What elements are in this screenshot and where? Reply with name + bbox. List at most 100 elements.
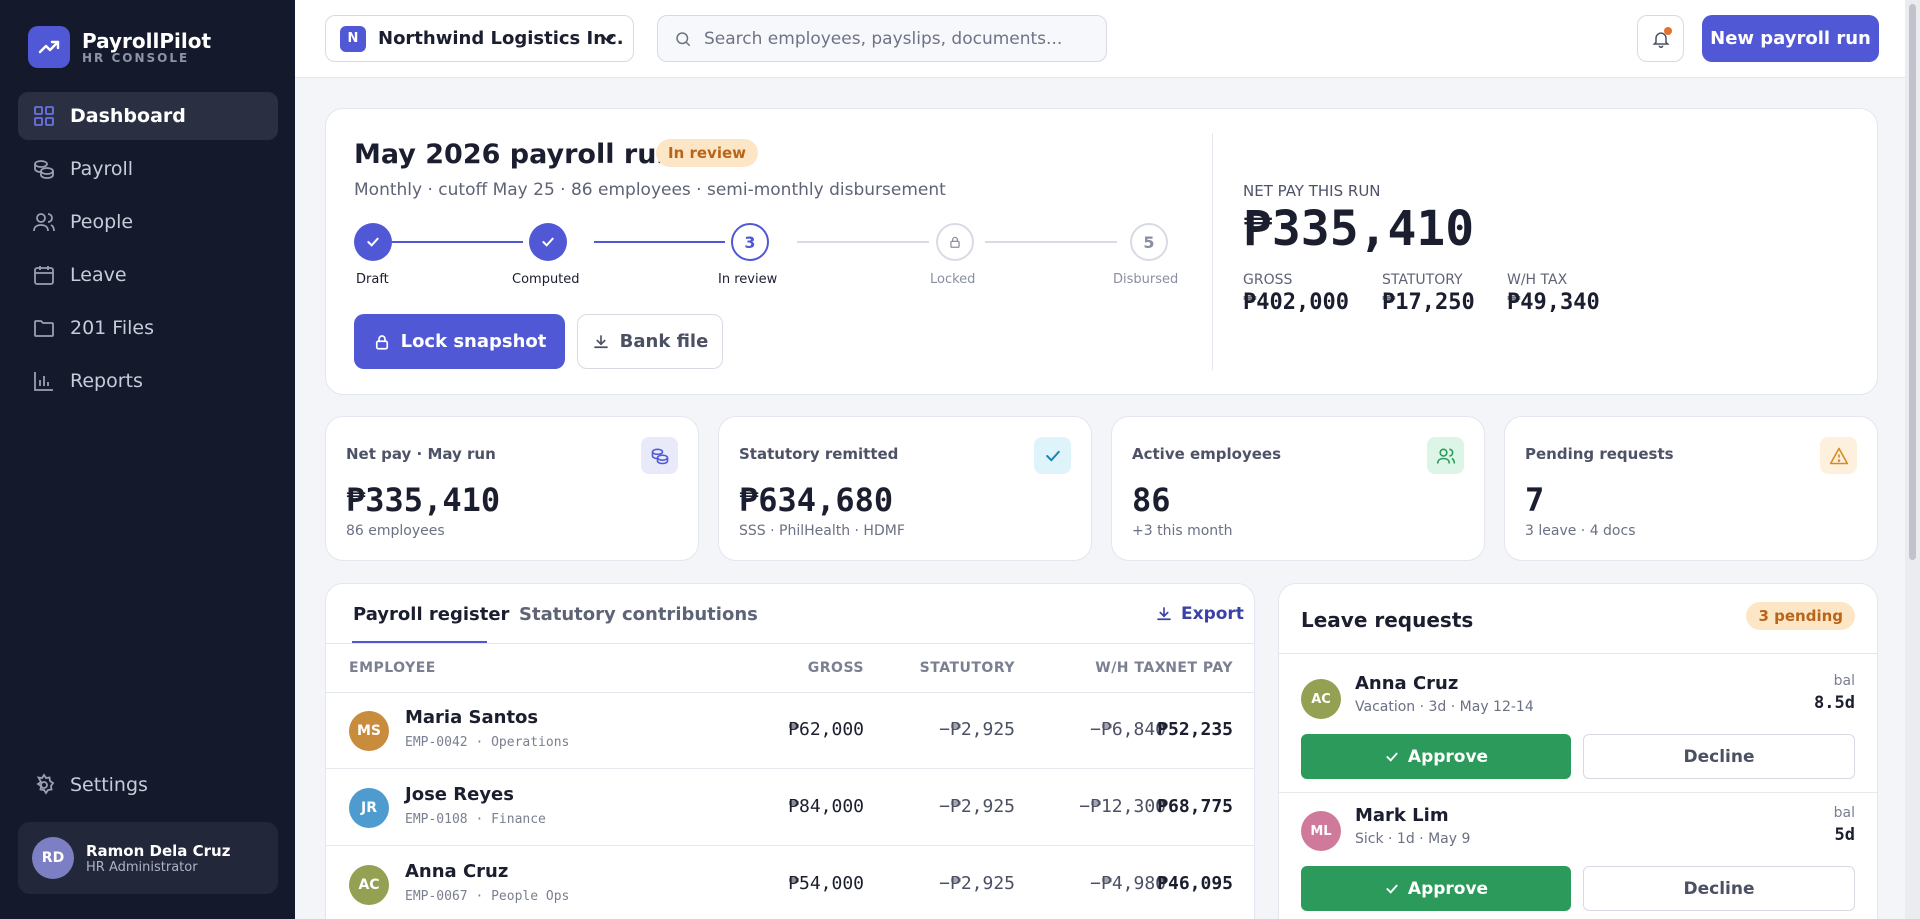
scrollbar-thumb[interactable]	[1909, 4, 1916, 560]
sidebar-item-leave[interactable]: Leave	[18, 251, 278, 299]
user-role: HR Administrator	[86, 859, 198, 875]
download-icon	[593, 334, 608, 348]
sidebar-item-label: Dashboard	[70, 105, 186, 127]
sidebar-settings: Settings	[18, 761, 278, 814]
bank-file-button[interactable]: Bank file	[577, 314, 723, 369]
export-button[interactable]: Export	[1155, 604, 1244, 624]
employee-name: Jose Reyes	[405, 784, 514, 805]
sidebar-item-label: People	[70, 211, 134, 233]
lock-snapshot-button[interactable]: Lock snapshot	[354, 314, 565, 369]
run-stepper: Draft Computed 3 In review Locked 5 Disb…	[354, 223, 1184, 298]
folder-icon	[34, 320, 54, 337]
sidebar-item-settings[interactable]: Settings	[18, 761, 278, 809]
step-connector	[797, 241, 929, 243]
sidebar: PayrollPilot HR CONSOLE Dashboard Payrol…	[0, 0, 295, 919]
sidebar-item-payroll[interactable]: Payroll	[18, 145, 278, 193]
step-label: Computed	[512, 272, 580, 287]
sidebar-item-label: Leave	[70, 264, 127, 286]
step-locked[interactable]: Locked	[930, 223, 975, 287]
decline-button[interactable]: Decline	[1583, 866, 1855, 911]
scrollbar[interactable]	[1905, 0, 1920, 919]
breakdown-value: ₱17,250	[1382, 290, 1475, 315]
search-icon	[676, 31, 691, 46]
request-name: Mark Lim	[1355, 805, 1449, 826]
step-computed[interactable]: Computed	[512, 223, 580, 287]
step-label: In review	[718, 272, 778, 287]
avatar: JR	[349, 788, 389, 828]
stat-label: Net pay · May run	[346, 445, 496, 463]
column-header-statutory[interactable]: STATUTORY	[875, 660, 1015, 676]
check-icon	[1386, 752, 1398, 762]
stat-card-net-pay[interactable]: Net pay · May run ₱335,410 86 employees	[325, 416, 699, 561]
approve-button[interactable]: Approve	[1301, 734, 1571, 779]
step-disbursed[interactable]: 5 Disbursed	[1113, 223, 1178, 287]
stat-card-statutory[interactable]: Statutory remitted ₱634,680 SSS · PhilHe…	[718, 416, 1092, 561]
table-row[interactable]: MS Maria Santos EMP-0042 · Operations ₱6…	[326, 693, 1254, 769]
pending-badge: 3 pending	[1746, 602, 1855, 630]
sidebar-item-label: 201 Files	[70, 317, 154, 339]
org-name: Northwind Logistics Inc.	[378, 28, 624, 49]
employee-meta: EMP-0108 · Finance	[405, 812, 546, 827]
topbar: N Northwind Logistics Inc. New payroll r…	[295, 0, 1905, 78]
gross-cell: ₱54,000	[788, 873, 864, 894]
search-input[interactable]	[704, 28, 1084, 49]
employee-meta: EMP-0042 · Operations	[405, 735, 570, 750]
decline-button[interactable]: Decline	[1583, 734, 1855, 779]
brand-name: PayrollPilot	[82, 29, 212, 53]
user-name: Ramon Dela Cruz	[86, 841, 231, 860]
gear-icon	[36, 773, 55, 795]
stat-card-employees[interactable]: Active employees 86 +3 this month	[1111, 416, 1485, 561]
employee-meta: EMP-0067 · People Ops	[405, 889, 570, 904]
tab-statutory-contributions[interactable]: Statutory contributions	[519, 604, 758, 625]
gross-breakdown: GROSS ₱402,000	[1243, 272, 1349, 315]
leave-request: AC Anna Cruz Vacation · 3d · May 12-14 b…	[1279, 654, 1877, 793]
sidebar-item-label: Settings	[70, 774, 148, 796]
breakdown-value: ₱49,340	[1507, 290, 1600, 315]
payroll-run-card: May 2026 payroll run In review Monthly ·…	[325, 108, 1878, 395]
step-number: 5	[1130, 223, 1168, 261]
stat-sub: SSS · PhilHealth · HDMF	[739, 523, 905, 539]
sidebar-item-reports[interactable]: Reports	[18, 357, 278, 405]
payroll-register: Payroll register Statutory contributions…	[325, 583, 1255, 919]
table-row[interactable]: AC Anna Cruz EMP-0067 · People Ops ₱54,0…	[326, 847, 1254, 919]
sidebar-item-dashboard[interactable]: Dashboard	[18, 92, 278, 140]
notifications-button[interactable]	[1637, 15, 1684, 62]
bank-file-label: Bank file	[619, 331, 709, 352]
sidebar-item-label: Reports	[70, 370, 143, 392]
step-label: Draft	[356, 272, 389, 287]
stat-sub: 3 leave · 4 docs	[1525, 523, 1636, 539]
brand[interactable]: PayrollPilot HR CONSOLE	[28, 26, 211, 68]
check-icon	[1386, 884, 1398, 894]
lock-icon	[375, 334, 388, 350]
tab-payroll-register[interactable]: Payroll register	[353, 604, 509, 625]
column-header-gross[interactable]: GROSS	[724, 660, 864, 676]
stat-label: Statutory remitted	[739, 445, 899, 463]
org-select[interactable]: N Northwind Logistics Inc.	[325, 15, 634, 62]
approve-button[interactable]: Approve	[1301, 866, 1571, 911]
step-in-review[interactable]: 3 In review	[718, 223, 777, 287]
leave-requests-panel: Leave requests 3 pending AC Anna Cruz Va…	[1278, 583, 1878, 919]
stat-label: Active employees	[1132, 445, 1282, 463]
net-pay-cell: ₱52,235	[1157, 719, 1233, 740]
user-card[interactable]: RD Ramon Dela Cruz HR Administrator	[18, 822, 278, 894]
warning-icon	[1820, 437, 1857, 474]
sidebar-item-201-files[interactable]: 201 Files	[18, 304, 278, 352]
column-header-net-pay[interactable]: NET PAY	[1093, 660, 1233, 676]
avatar: AC	[349, 865, 389, 905]
download-icon	[1157, 607, 1171, 621]
stat-value: ₱634,680	[739, 481, 894, 519]
brand-subtitle: HR CONSOLE	[82, 51, 190, 65]
step-draft[interactable]: Draft	[354, 223, 392, 287]
check-icon	[529, 223, 567, 261]
gross-cell: ₱62,000	[788, 719, 864, 740]
avatar: RD	[32, 837, 74, 879]
sidebar-item-people[interactable]: People	[18, 198, 278, 246]
sidebar-nav: Dashboard Payroll People Leave 201 Files…	[18, 92, 278, 410]
new-payroll-run-button[interactable]: New payroll run	[1702, 15, 1879, 62]
employee-name: Anna Cruz	[405, 861, 509, 882]
stat-card-pending[interactable]: Pending requests 7 3 leave · 4 docs	[1504, 416, 1878, 561]
table-row[interactable]: JR Jose Reyes EMP-0108 · Finance ₱84,000…	[326, 770, 1254, 846]
column-header-employee[interactable]: EMPLOYEE	[349, 660, 436, 676]
check-icon	[354, 223, 392, 261]
approve-label: Approve	[1407, 878, 1489, 899]
